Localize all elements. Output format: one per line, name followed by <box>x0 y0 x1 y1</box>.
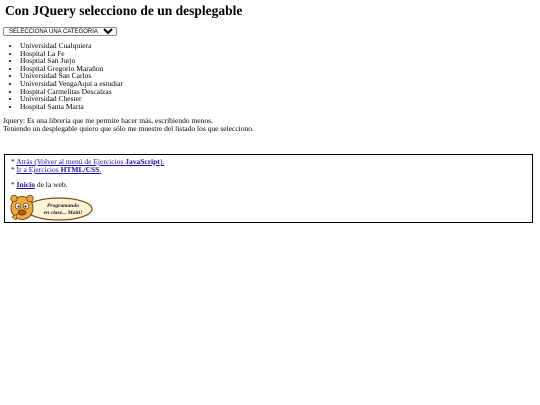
logo-pupil-left <box>17 205 20 208</box>
logo-banner <box>25 197 93 221</box>
back-link-bold: JavaScript <box>125 157 160 166</box>
category-select-wrapper: SELECCIONA UNA CATEGORIA <box>3 27 117 36</box>
logo-text-line1: Programando <box>47 203 79 209</box>
nav-home-line: * Inicio de la web. <box>11 181 67 189</box>
logo-mouth <box>17 209 27 216</box>
bullet-star: * <box>11 165 15 174</box>
bullet-star: * <box>11 180 15 189</box>
institution-list: Universidad Cualquiera Hospital La Fe Ho… <box>5 42 123 110</box>
home-link-suffix: de la web. <box>34 180 68 189</box>
description-line: Teniendo un desplegable quiero que sólo … <box>3 123 254 133</box>
logo-ear-left <box>10 194 18 203</box>
description: Jquery: Es una libreria que me permite h… <box>3 117 403 133</box>
logo-pupil-right <box>24 205 27 208</box>
home-link-bold: Inicio <box>16 180 35 189</box>
navigation-box: * Atrás (Volver al menú de Ejercicios Ja… <box>4 154 533 223</box>
page-title: Con JQuery selecciono de un desplegable <box>5 3 243 18</box>
html-link-suffix: . <box>99 165 102 174</box>
page: Con JQuery selecciono de un desplegable … <box>0 0 540 405</box>
back-link-suffix: ). <box>159 157 165 166</box>
html-link-prefix: Ir a Ejercicios <box>16 165 61 174</box>
logo-ear-right <box>26 194 34 203</box>
html-css-exercises-link[interactable]: Ir a Ejercicios HTML/CSS. <box>17 165 102 174</box>
home-link[interactable]: Inicio <box>17 180 35 189</box>
logo-text-line2: en clase... Maiti! <box>44 210 83 216</box>
category-select[interactable]: SELECCIONA UNA CATEGORIA <box>3 27 117 36</box>
html-link-bold: HTML/CSS <box>60 165 100 174</box>
programando-logo[interactable]: Programando en clase... Maiti! <box>9 194 93 222</box>
list-item: Hospital Santa Marta <box>20 103 123 111</box>
nav-html-line: * Ir a Ejercicios HTML/CSS. <box>11 166 101 174</box>
